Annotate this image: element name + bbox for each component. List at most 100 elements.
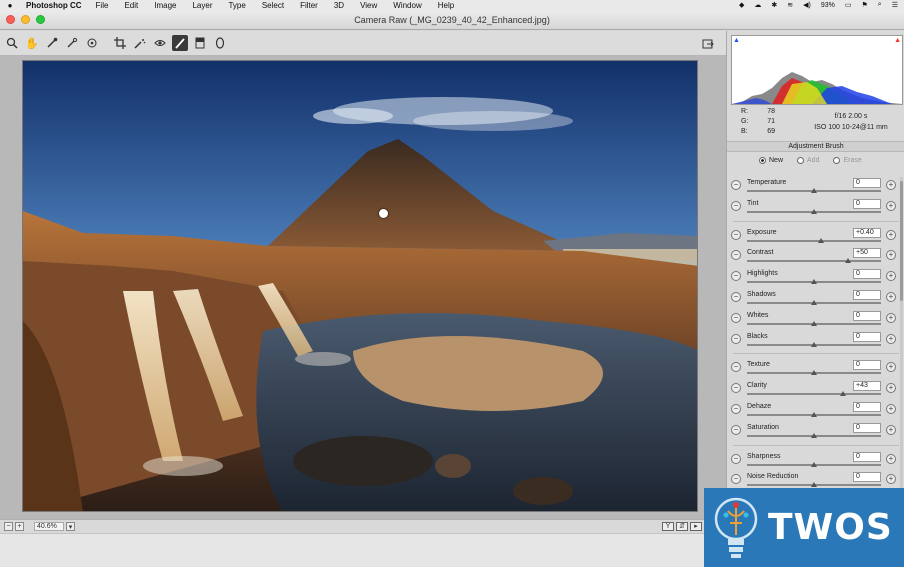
close-window-button[interactable]	[6, 15, 15, 24]
exposure-slider-track[interactable]	[747, 237, 881, 243]
texture-value-field[interactable]: 0	[853, 360, 881, 371]
landscape-photo[interactable]	[22, 60, 698, 512]
noise-reduction-slider-track[interactable]	[747, 482, 881, 488]
clarity-decrease-icon[interactable]: −	[731, 383, 741, 394]
contrast-increase-icon[interactable]: +	[886, 250, 896, 261]
sharpness-slider-track[interactable]	[747, 461, 881, 467]
radio-erase[interactable]	[833, 157, 841, 164]
highlights-value-field[interactable]: 0	[853, 269, 881, 280]
panel-scrollbar[interactable]	[900, 177, 903, 517]
texture-slider-track[interactable]	[747, 370, 881, 376]
zoom-in-button[interactable]: +	[15, 522, 24, 531]
menu-filter[interactable]: Filter	[300, 1, 318, 10]
dehaze-slider-track[interactable]	[747, 411, 881, 417]
menu-type[interactable]: Type	[228, 1, 245, 10]
shadows-increase-icon[interactable]: +	[886, 291, 896, 302]
battery-icon[interactable]: ▭	[845, 1, 852, 9]
volume-icon[interactable]: ◀)	[803, 1, 811, 9]
bluetooth-icon[interactable]: ✱	[771, 1, 777, 9]
spot-removal-tool-icon[interactable]	[132, 35, 148, 51]
texture-decrease-icon[interactable]: −	[731, 362, 741, 373]
saturation-value-field[interactable]: 0	[853, 422, 881, 433]
highlights-decrease-icon[interactable]: −	[731, 271, 741, 282]
noise-reduction-slider-thumb[interactable]	[811, 482, 817, 488]
menu-edit[interactable]: Edit	[124, 1, 138, 10]
clarity-slider-track[interactable]	[747, 391, 881, 397]
copy-settings-icon[interactable]: ▸	[690, 522, 702, 531]
menu-file[interactable]: File	[96, 1, 109, 10]
dehaze-decrease-icon[interactable]: −	[731, 403, 741, 414]
contrast-slider-track[interactable]	[747, 258, 881, 264]
search-icon[interactable]: ⌕	[878, 1, 882, 9]
blacks-increase-icon[interactable]: +	[886, 333, 896, 344]
exposure-slider-thumb[interactable]	[817, 237, 824, 243]
sharpness-increase-icon[interactable]: +	[886, 453, 896, 464]
shadows-slider-track[interactable]	[747, 299, 881, 305]
white-balance-tool-icon[interactable]	[44, 35, 60, 51]
dehaze-slider-thumb[interactable]	[811, 411, 817, 417]
menu-image[interactable]: Image	[154, 1, 176, 10]
zoom-out-button[interactable]: −	[4, 522, 13, 531]
tint-increase-icon[interactable]: +	[886, 200, 896, 211]
clarity-slider-thumb[interactable]	[839, 391, 846, 397]
sharpness-slider-thumb[interactable]	[811, 461, 817, 467]
saturation-increase-icon[interactable]: +	[886, 424, 896, 435]
dehaze-increase-icon[interactable]: +	[886, 403, 896, 414]
sharpness-value-field[interactable]: 0	[853, 451, 881, 462]
temperature-increase-icon[interactable]: +	[886, 180, 896, 190]
shadows-slider-thumb[interactable]	[811, 299, 817, 305]
exposure-increase-icon[interactable]: +	[886, 229, 896, 240]
radio-add[interactable]	[797, 157, 805, 164]
shadow-clipping-icon[interactable]: ▲	[733, 37, 740, 44]
exposure-value-field[interactable]: +0.40	[853, 227, 881, 238]
zoom-tool-icon[interactable]	[4, 35, 20, 51]
adjustment-brush-tool-icon[interactable]	[172, 35, 188, 51]
contrast-value-field[interactable]: +50	[853, 248, 881, 259]
temperature-value-field[interactable]: 0	[853, 178, 881, 188]
highlights-increase-icon[interactable]: +	[886, 271, 896, 282]
shadows-value-field[interactable]: 0	[853, 289, 881, 300]
blacks-slider-thumb[interactable]	[811, 341, 817, 347]
menu-window[interactable]: Window	[393, 1, 421, 10]
tint-slider-thumb[interactable]	[811, 208, 817, 214]
noise-reduction-decrease-icon[interactable]: −	[731, 474, 741, 485]
temperature-decrease-icon[interactable]: −	[731, 180, 741, 190]
crop-tool-icon[interactable]	[112, 35, 128, 51]
before-after-icon[interactable]: Y	[662, 522, 674, 531]
apple-icon[interactable]: ●	[4, 1, 16, 10]
zoom-level[interactable]: 40.6%	[34, 522, 64, 531]
highlights-slider-track[interactable]	[747, 279, 881, 285]
blacks-slider-track[interactable]	[747, 341, 881, 347]
saturation-decrease-icon[interactable]: −	[731, 424, 741, 435]
radial-filter-tool-icon[interactable]	[212, 35, 228, 51]
mode-erase[interactable]: Erase	[833, 157, 862, 164]
mode-new[interactable]: New	[759, 157, 783, 164]
texture-increase-icon[interactable]: +	[886, 362, 896, 373]
mode-add[interactable]: Add	[797, 157, 819, 164]
minimize-window-button[interactable]	[21, 15, 30, 24]
temperature-slider-track[interactable]	[747, 188, 881, 193]
graduated-filter-tool-icon[interactable]	[192, 35, 208, 51]
saturation-slider-thumb[interactable]	[811, 432, 817, 438]
menu-view[interactable]: View	[360, 1, 377, 10]
clarity-increase-icon[interactable]: +	[886, 383, 896, 394]
contrast-slider-thumb[interactable]	[844, 258, 851, 264]
blacks-decrease-icon[interactable]: −	[731, 333, 741, 344]
temperature-slider-thumb[interactable]	[811, 188, 817, 193]
menu-select[interactable]: Select	[262, 1, 284, 10]
highlights-slider-thumb[interactable]	[811, 279, 817, 285]
app-name-menu[interactable]: Photoshop CC	[26, 1, 82, 10]
blacks-value-field[interactable]: 0	[853, 331, 881, 342]
whites-slider-thumb[interactable]	[811, 320, 817, 326]
texture-slider-thumb[interactable]	[811, 370, 817, 376]
exposure-decrease-icon[interactable]: −	[731, 229, 741, 240]
scrollbar-thumb[interactable]	[900, 181, 903, 301]
shield-icon[interactable]: ◆	[739, 1, 744, 9]
open-preferences-icon[interactable]	[700, 36, 716, 52]
shadows-decrease-icon[interactable]: −	[731, 291, 741, 302]
noise-reduction-increase-icon[interactable]: +	[886, 474, 896, 485]
wifi-icon[interactable]: ≋	[787, 1, 793, 9]
whites-slider-track[interactable]	[747, 320, 881, 326]
cloud-icon[interactable]: ☁	[754, 1, 761, 9]
menu-list-icon[interactable]: ☰	[892, 1, 898, 9]
